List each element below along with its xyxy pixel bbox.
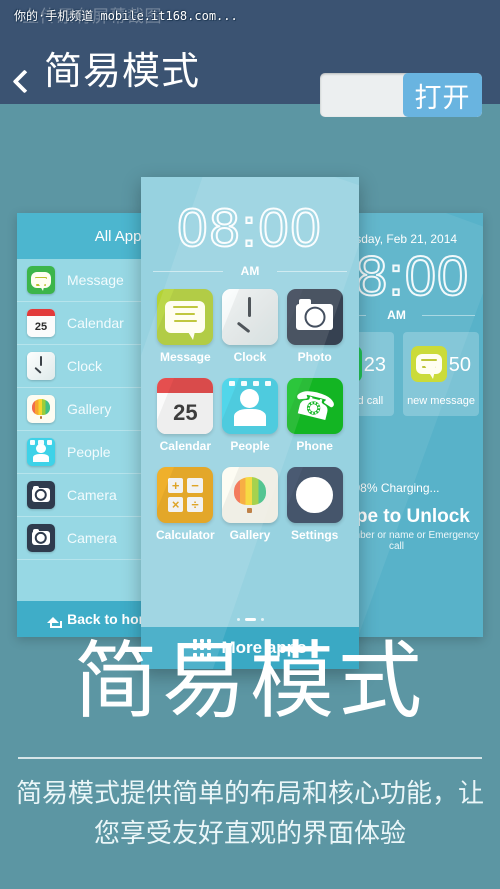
app-tile-clock[interactable]: Clock (218, 289, 283, 364)
app-header: 简易模式 打开 (0, 29, 500, 117)
list-item-label: People (67, 444, 111, 460)
watermark-site-text: 你的·手机频道 mobile.it168.com... (14, 9, 238, 23)
calendar-day-mini: 25 (27, 316, 55, 337)
list-item-label: Calendar (67, 315, 124, 331)
calendar-icon: 25 (157, 378, 214, 434)
app-tile-settings[interactable]: Settings (282, 467, 347, 542)
phone-preview-group: All Apps Message 25 Calendar Clock Galle… (0, 104, 500, 669)
calculator-icon: + − × ÷ (157, 467, 214, 523)
gallery-icon (27, 395, 55, 423)
list-item-label: Camera (67, 487, 117, 503)
app-tile-label: Phone (296, 439, 333, 453)
people-icon (221, 378, 278, 434)
app-tile-label: Clock (233, 350, 267, 364)
app-tile-label: Message (159, 350, 211, 364)
message-icon (157, 289, 214, 345)
app-tile-label: People (230, 439, 270, 453)
camera-icon (27, 524, 55, 552)
new-message-caption: new message (407, 395, 475, 407)
home-clock-time: 08:00 (176, 197, 323, 259)
chevron-left-icon[interactable] (12, 69, 37, 94)
promo-divider (18, 757, 482, 759)
promo-description: 简易模式提供简单的布局和核心功能，让您享受友好直观的界面体验 (15, 778, 484, 848)
missed-call-count: 23 (363, 354, 386, 376)
message-icon (27, 266, 55, 294)
app-tile-label: Calendar (159, 439, 211, 453)
clock-icon (27, 352, 55, 380)
easy-home-panel: 08:00 AM Message Clock Photo 25 Calendar… (141, 177, 359, 669)
home-clock-meridiem: AM (240, 264, 260, 278)
page-title: 简易模式 (44, 51, 201, 93)
watermark-bar: 上传原有屏幕截图 你的·手机频道 mobile.it168.com... (0, 0, 500, 29)
calendar-icon: 25 (27, 309, 55, 337)
clock-icon (221, 289, 278, 345)
app-tile-phone[interactable]: ☎ Phone (282, 378, 347, 453)
app-tile-calculator[interactable]: + − × ÷ Calculator (153, 467, 218, 542)
app-tile-photo[interactable]: Photo (282, 289, 347, 364)
app-tile-calendar[interactable]: 25 Calendar (153, 378, 218, 453)
app-tile-people[interactable]: People (218, 378, 283, 453)
app-tile-label: Photo (297, 350, 332, 364)
app-tile-label: Gallery (229, 528, 271, 542)
app-tile-message[interactable]: Message (153, 289, 218, 364)
gear-icon (286, 467, 343, 523)
app-tile-gallery[interactable]: Gallery (218, 467, 283, 542)
promo-title: 简易模式 (73, 634, 426, 728)
message-icon (411, 346, 447, 382)
list-item-label: Clock (67, 358, 103, 374)
camera-icon (27, 481, 55, 509)
app-tile-label: Calculator (155, 528, 215, 542)
list-item-label: Gallery (67, 401, 112, 417)
page-indicator (141, 618, 359, 621)
phone-icon: ☎ (286, 378, 343, 434)
camera-icon (286, 289, 343, 345)
new-message-widget[interactable]: 50 new message (403, 332, 479, 416)
easy-mode-promo-page: 上传原有屏幕截图 你的·手机频道 mobile.it168.com... 简易模… (0, 0, 500, 889)
new-message-count: 50 (448, 354, 471, 376)
gallery-icon (221, 467, 278, 523)
app-tile-label: Settings (290, 528, 339, 542)
home-app-grid: Message Clock Photo 25 Calendar People ☎… (141, 289, 359, 542)
home-icon (47, 613, 62, 628)
list-item-label: Camera (67, 530, 117, 546)
people-icon (27, 438, 55, 466)
list-item-label: Message (67, 272, 124, 288)
